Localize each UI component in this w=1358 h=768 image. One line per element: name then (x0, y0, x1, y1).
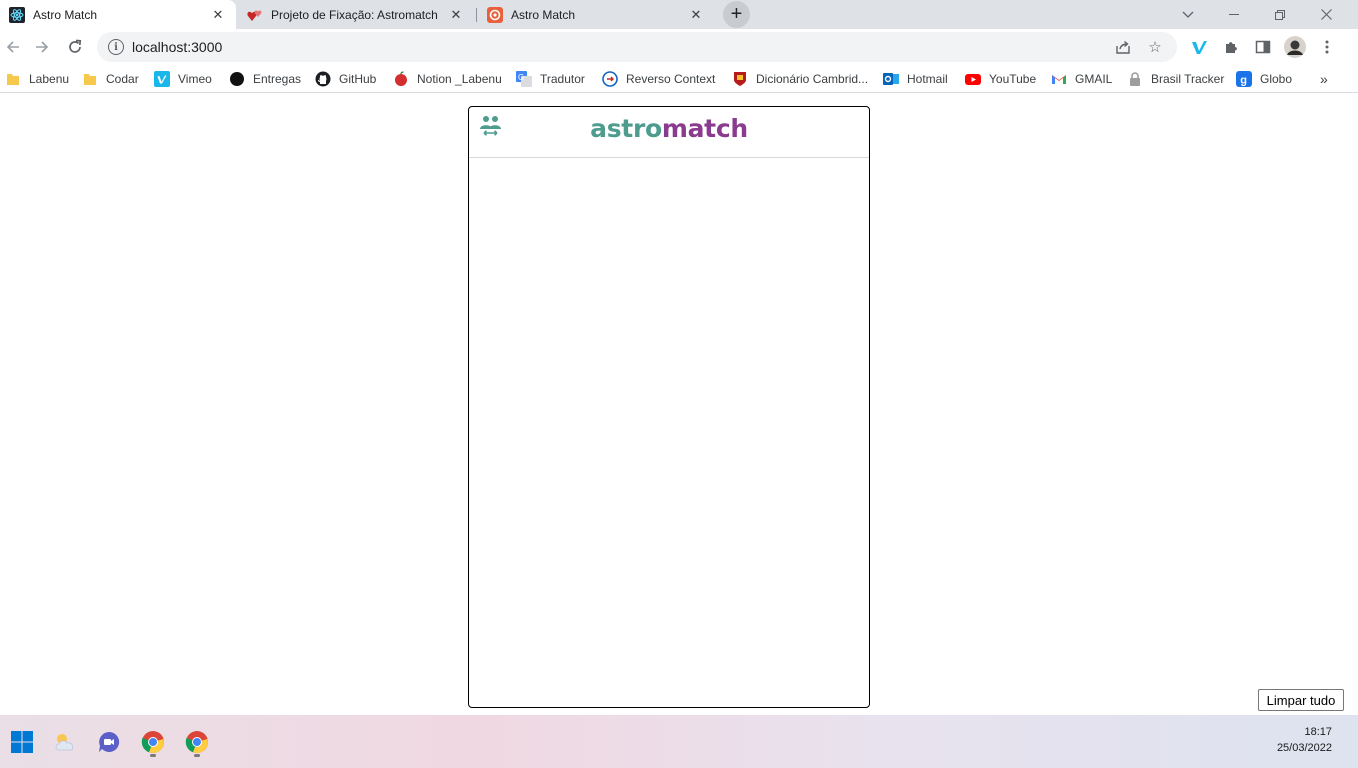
tab-title: Astro Match (511, 7, 576, 22)
bookmark-label: Dicionário Cambrid... (756, 72, 869, 86)
bookmark-dicionario-cambridge[interactable]: Dicionário Cambrid... (732, 69, 868, 89)
reload-icon[interactable] (62, 34, 88, 60)
chrome-icon[interactable] (135, 724, 171, 760)
running-indicator (150, 754, 156, 757)
back-arrow-icon[interactable] (0, 34, 26, 60)
site-info-icon[interactable]: i (108, 39, 124, 55)
bookmark-github[interactable]: GitHub (315, 69, 376, 89)
close-window-icon[interactable] (1303, 0, 1349, 29)
browser-toolbar: i localhost:3000 ☆ (0, 29, 1358, 65)
translate-icon: G (516, 71, 532, 87)
bookmark-label: Brasil Tracker (1151, 72, 1225, 86)
react-icon (9, 6, 25, 23)
side-panel-icon[interactable] (1252, 36, 1274, 58)
app-logo: astromatch (469, 114, 869, 143)
bookmark-label: Codar (106, 72, 139, 86)
new-tab-button[interactable]: + (723, 1, 750, 28)
svg-text:g: g (1240, 75, 1247, 87)
weather-cloud-icon[interactable] (48, 724, 84, 760)
close-icon[interactable]: ✕ (448, 7, 464, 23)
vimeo-extension-icon[interactable] (1188, 36, 1210, 58)
svg-text:G: G (518, 73, 524, 82)
restore-icon[interactable] (1257, 0, 1303, 29)
bookmark-codar[interactable]: Codar (82, 69, 139, 89)
system-clock[interactable]: 18:17 25/03/2022 (1277, 724, 1332, 756)
lock-icon (1127, 71, 1143, 87)
teams-chat-icon[interactable] (91, 724, 127, 760)
share-icon[interactable] (1113, 37, 1133, 57)
gmail-icon (1051, 71, 1067, 87)
bookmark-labenu[interactable]: Labenu (5, 69, 69, 89)
bookmark-label: Entregas (253, 72, 302, 86)
clear-all-button[interactable]: Limpar tudo (1258, 689, 1344, 711)
profile-avatar[interactable] (1284, 36, 1306, 58)
chrome-icon[interactable] (179, 724, 215, 760)
vimeo-icon (154, 71, 170, 87)
minimize-icon[interactable] (1211, 0, 1257, 29)
bookmark-notion-labenu[interactable]: Notion _Labenu (393, 69, 502, 89)
running-indicator (194, 754, 200, 757)
outlook-icon (883, 71, 899, 87)
page-viewport: astromatch Limpar tudo (0, 94, 1358, 715)
tab-title: Astro Match (33, 7, 98, 22)
bookmark-label: Tradutor (540, 72, 585, 86)
bookmark-label: Vimeo (178, 72, 212, 86)
close-icon[interactable]: ✕ (210, 7, 226, 23)
logo-astro: astro (590, 114, 662, 143)
youtube-icon (965, 71, 981, 87)
cambridge-icon (732, 71, 748, 87)
bookmark-label: GitHub (339, 72, 377, 86)
hearts-icon (247, 7, 263, 23)
address-url[interactable]: localhost:3000 (132, 39, 1113, 55)
forward-arrow-icon[interactable] (29, 34, 55, 60)
bookmark-label: Notion _Labenu (417, 72, 502, 86)
app-container: astromatch (468, 106, 870, 708)
taskbar: 18:17 25/03/2022 (0, 715, 1358, 768)
tab-search-icon[interactable] (1165, 0, 1211, 29)
apple-icon (393, 71, 409, 87)
logo-match: match (661, 114, 748, 143)
extensions-puzzle-icon[interactable] (1220, 36, 1242, 58)
bookmark-label: Hotmail (907, 72, 948, 86)
bookmark-label: GMAIL (1075, 72, 1113, 86)
tab-title: Projeto de Fixação: Astromatch (271, 7, 438, 22)
bookmark-vimeo[interactable]: Vimeo (154, 69, 212, 89)
reverso-icon (602, 71, 618, 87)
clock-time: 18:17 (1304, 726, 1332, 738)
tab-strip: Astro Match ✕ Projeto de Fixação: Astrom… (0, 0, 1358, 29)
tab-projeto-fixacao[interactable]: Projeto de Fixação: Astromatch ✕ (238, 0, 474, 29)
bookmark-reverso-context[interactable]: Reverso Context (602, 69, 715, 89)
chrome-menu-icon[interactable] (1316, 36, 1338, 58)
bookmark-label: YouTube (989, 72, 1037, 86)
bookmark-brasil-tracker[interactable]: Brasil Tracker (1127, 69, 1224, 89)
folder-icon (5, 71, 21, 87)
windows-start-icon[interactable] (4, 724, 40, 760)
bookmark-entregas[interactable]: Entregas (229, 69, 301, 89)
bookmark-youtube[interactable]: YouTube (965, 69, 1036, 89)
bookmarks-bar: Labenu Codar Vimeo Entregas GitHub Notio… (0, 65, 1358, 93)
bookmarks-overflow-chevron[interactable]: » (1320, 69, 1328, 89)
bookmark-tradutor[interactable]: G Tradutor (516, 69, 585, 89)
bookmark-globo[interactable]: g Globo (1236, 69, 1292, 89)
circle-icon (229, 71, 245, 87)
address-bar[interactable]: i localhost:3000 ☆ (97, 32, 1177, 62)
bookmark-label: Labenu (29, 72, 70, 86)
globo-icon: g (1236, 71, 1252, 87)
star-icon[interactable]: ☆ (1145, 37, 1165, 57)
bookmark-label: Reverso Context (626, 72, 716, 86)
tab-astro-match[interactable]: Astro Match ✕ (478, 0, 714, 29)
tab-astro-match-active[interactable]: Astro Match ✕ (0, 0, 236, 29)
app-header: astromatch (469, 107, 869, 158)
bookmark-label: Globo (1260, 72, 1293, 86)
tab-separator (476, 8, 477, 22)
astro-icon (487, 6, 503, 23)
clock-date: 25/03/2022 (1276, 742, 1332, 754)
github-icon (315, 71, 331, 87)
bookmark-gmail[interactable]: GMAIL (1051, 69, 1112, 89)
close-icon[interactable]: ✕ (688, 7, 704, 23)
bookmark-hotmail[interactable]: Hotmail (883, 69, 948, 89)
folder-icon (82, 71, 98, 87)
